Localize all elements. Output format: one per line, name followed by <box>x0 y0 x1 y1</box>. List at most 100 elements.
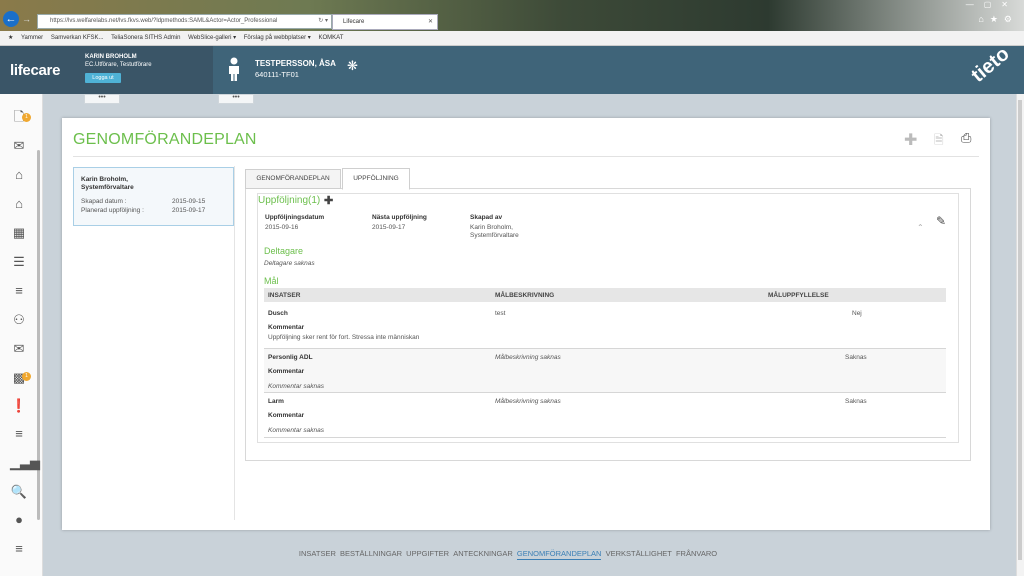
edit-pencil-icon[interactable]: ✎ <box>936 214 946 228</box>
notification-badge: 1 <box>22 113 31 122</box>
browser-toolbar-icons[interactable]: ⌂★⚙ <box>978 14 1018 25</box>
followup-date-value: 2015-09-16 <box>265 224 299 231</box>
stats-icon[interactable]: ▁▃▅ <box>10 454 40 472</box>
chevron-up-icon[interactable]: ⌃ <box>917 223 924 232</box>
row-insats: Larm <box>268 398 284 405</box>
column-header: MÅLBESKRIVNING <box>495 292 555 299</box>
column-header: MÅLUPPFYLLELSE <box>768 292 829 299</box>
comment-label: Kommentar <box>268 324 305 331</box>
comment-label: Kommentar <box>268 368 305 375</box>
document-settings-icon[interactable]: 🗎 <box>934 131 944 152</box>
close-tab-icon[interactable]: ✕ <box>428 15 433 29</box>
refresh-icon[interactable]: ↻ ▾ <box>318 15 328 28</box>
patient-name: TESTPERSSON, ÅSA <box>255 59 336 68</box>
goals-table-header <box>264 288 946 302</box>
footer-link-anteckningar[interactable]: ANTECKNINGAR <box>453 549 513 559</box>
planned-value: 2015-09-17 <box>172 207 206 214</box>
table-row <box>264 349 946 392</box>
row-divider <box>264 437 946 438</box>
favorites-star-icon[interactable]: ★ <box>8 35 13 41</box>
user-more-button[interactable]: ••• <box>84 94 120 104</box>
favorites-bar: ★ Yammer Samverkan KFSK... TeliaSonera S… <box>0 31 1024 46</box>
logout-button[interactable]: Logga ut <box>85 73 121 83</box>
add-icon[interactable]: ✚ <box>904 130 917 150</box>
followup-box <box>257 193 959 443</box>
back-icon[interactable]: ← <box>3 11 19 27</box>
print-icon[interactable]: ⎙ <box>961 130 971 146</box>
list-clock-icon[interactable]: ≡ <box>10 282 28 300</box>
row-comment: Kommentar saknas <box>268 383 324 390</box>
page-scroll-thumb[interactable] <box>1018 100 1022 560</box>
forward-icon[interactable]: → <box>22 14 32 24</box>
footer-link-insatser[interactable]: INSATSER <box>299 549 336 559</box>
house-icon[interactable]: ⌂ <box>10 166 28 184</box>
footer-nav: INSATSER BESTÄLLNINGAR UPPGIFTER ANTECKN… <box>0 549 1016 563</box>
inbox-icon[interactable]: ✉ <box>10 137 28 155</box>
row-description: test <box>495 310 506 317</box>
footer-link-genomforandeplan[interactable]: GENOMFÖRANDEPLAN <box>516 549 602 560</box>
participants-empty: Deltagare saknas <box>264 260 315 267</box>
favorite-link[interactable]: TeliaSonera SITHS Admin <box>111 35 180 41</box>
row-fulfillment: Saknas <box>845 354 867 361</box>
favorite-link[interactable]: Yammer <box>21 35 43 41</box>
user-role: EC.Utförare, Testutförare <box>85 62 152 68</box>
app-logo: lifecare <box>10 62 61 79</box>
home-icon[interactable]: ⌂ <box>978 14 989 24</box>
column-header: INSATSER <box>268 292 301 299</box>
footer-link-franvaro[interactable]: FRÅNVARO <box>676 549 717 559</box>
goals-heading: Mål <box>264 276 279 286</box>
notes-icon[interactable]: ☰ <box>10 253 28 271</box>
contacts-icon[interactable]: ▦ <box>10 224 28 242</box>
patient-id: 640111-TF01 <box>255 70 299 79</box>
add-followup-icon[interactable]: ✚ <box>324 194 333 207</box>
browser-tab[interactable]: Lifecare ✕ <box>332 14 438 30</box>
patient-settings-icon[interactable]: ❋ <box>347 58 358 74</box>
list-icon[interactable]: ≡ <box>10 425 28 443</box>
group-icon[interactable]: ⚇ <box>10 311 28 329</box>
followup-heading: Uppföljning(1) <box>258 195 321 206</box>
comment-label: Kommentar <box>268 412 305 419</box>
gear-icon[interactable]: ⚙ <box>1004 14 1018 24</box>
tab-genomforandeplan[interactable]: GENOMFÖRANDEPLAN <box>245 169 341 189</box>
window-controls[interactable]: —▢✕ <box>966 0 1018 10</box>
row-description: Målbeskrivning saknas <box>495 354 561 361</box>
created-by-value: Karin Broholm, Systemförvaltare <box>470 224 519 239</box>
footer-link-uppgifter[interactable]: UPPGIFTER <box>406 549 449 559</box>
person-icon <box>229 57 239 81</box>
created-by-label: Skapad av <box>470 214 503 221</box>
alert-icon[interactable]: ❗ <box>10 397 28 415</box>
next-followup-value: 2015-09-17 <box>372 224 406 231</box>
favorite-link[interactable]: KOMKAT <box>318 35 343 41</box>
footer-link-bestallningar[interactable]: BESTÄLLNINGAR <box>340 549 402 559</box>
divider <box>73 156 979 157</box>
row-insats: Dusch <box>268 310 288 317</box>
created-label: Skapad datum : <box>81 198 127 205</box>
footer-link-verkstallighet[interactable]: VERKSTÄLLIGHET <box>606 549 672 559</box>
participants-heading: Deltagare <box>264 246 304 256</box>
notification-badge: 1 <box>22 372 31 381</box>
row-fulfillment: Nej <box>852 310 862 317</box>
patient-more-button[interactable]: ••• <box>218 94 254 104</box>
inbox-clock-icon[interactable]: ✉ <box>10 340 28 358</box>
page-title: GENOMFÖRANDEPLAN <box>73 131 257 148</box>
row-description: Målbeskrivning saknas <box>495 398 561 405</box>
row-fulfillment: Saknas <box>845 398 867 405</box>
tab-title: Lifecare <box>343 19 365 25</box>
favorite-link[interactable]: Förslag på webbplatser ▾ <box>244 35 311 41</box>
row-insats: Personlig ADL <box>268 354 313 361</box>
row-comment: Uppföljning sker rent för fort. Stressa … <box>268 334 420 341</box>
building-icon[interactable]: ⌂ <box>10 195 28 213</box>
user-icon[interactable]: ● <box>10 511 28 529</box>
favorite-link[interactable]: Samverkan KFSK... <box>51 35 104 41</box>
row-comment: Kommentar saknas <box>268 427 324 434</box>
created-value: 2015-09-15 <box>172 198 206 205</box>
plan-card-name: Karin Broholm, Systemförvaltare <box>81 176 134 191</box>
url-text: https://lvs.welfarelabs.net/lvs.fkvs.web… <box>50 18 278 24</box>
tab-uppfoljning[interactable]: UPPFÖLJNING <box>342 168 410 190</box>
search-icon[interactable]: 🔍 <box>10 483 28 501</box>
address-bar[interactable]: https://lvs.welfarelabs.net/lvs.fkvs.web… <box>37 14 332 29</box>
followup-date-label: Uppföljningsdatum <box>265 214 325 221</box>
next-followup-label: Nästa uppföljning <box>372 214 427 221</box>
favorites-star-icon[interactable]: ★ <box>990 14 1004 24</box>
favorite-link[interactable]: WebSlice-galleri ▾ <box>188 35 236 41</box>
